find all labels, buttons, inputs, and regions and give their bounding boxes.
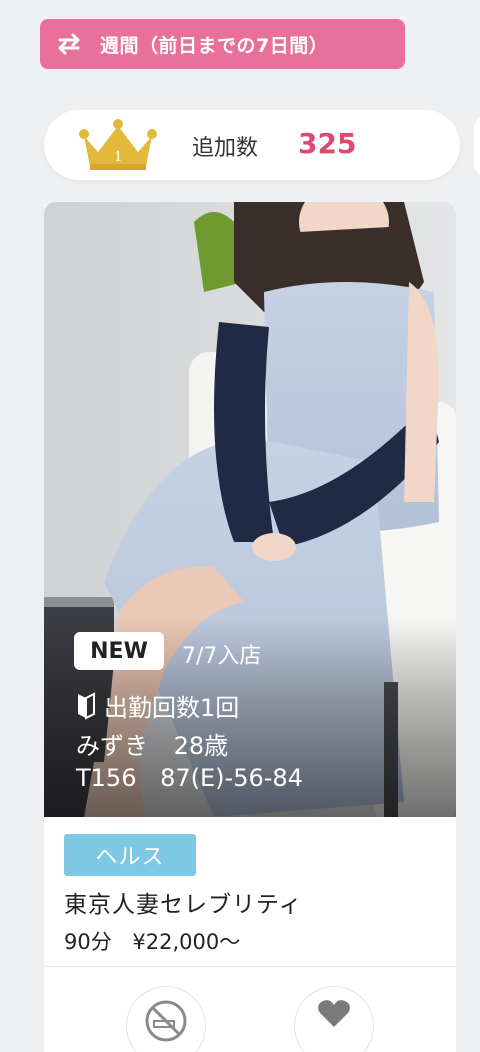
new-badge: NEW [74,632,164,670]
attendance-count: 出勤回数1回 [104,694,240,722]
metric-label: 追加数 [192,136,259,161]
no-smoking-button[interactable] [126,986,206,1052]
no-smoking-icon [144,999,188,1052]
price-info: 90分 ¥22,000〜 [64,926,254,956]
metric-value: 325 [298,127,357,160]
measurements: T156 87(E)-56-84 [76,764,319,792]
cast-card[interactable]: NEW 7/7入店 出勤回数1回 みずき 28歳 T156 87(E)-56-8… [44,202,456,1052]
period-label: 週間（前日までの7日間） [100,34,329,57]
cast-photo[interactable]: NEW 7/7入店 出勤回数1回 みずき 28歳 T156 87(E)-56-8… [44,202,456,817]
ranking-summary: 1 追加数 325 [44,110,460,180]
join-date: 7/7入店 [182,644,262,669]
beginner-mark-icon [76,691,96,720]
course-price: ¥22,000〜 [132,930,241,954]
swap-arrows-icon [54,30,86,58]
crown-icon: 1 [78,118,158,172]
favorite-button[interactable] [294,986,374,1052]
shop-name[interactable]: 東京人妻セレブリティ [64,885,303,919]
cast-height: T156 [76,764,137,792]
course-duration: 90分 [64,930,112,954]
divider [44,966,456,967]
next-ranking-card-edge[interactable] [474,115,480,177]
period-toggle-button[interactable]: 週間（前日までの7日間） [40,19,405,69]
genre-tag: ヘルス [64,834,196,876]
cast-sizes: 87(E)-56-84 [160,764,303,792]
heart-icon [317,999,351,1052]
attendance-info: 出勤回数1回 [76,688,239,723]
name-age: みずき 28歳 [76,726,246,761]
cast-age: 28歳 [173,732,229,760]
cast-name: みずき [76,732,148,760]
rank-number: 1 [114,148,122,165]
